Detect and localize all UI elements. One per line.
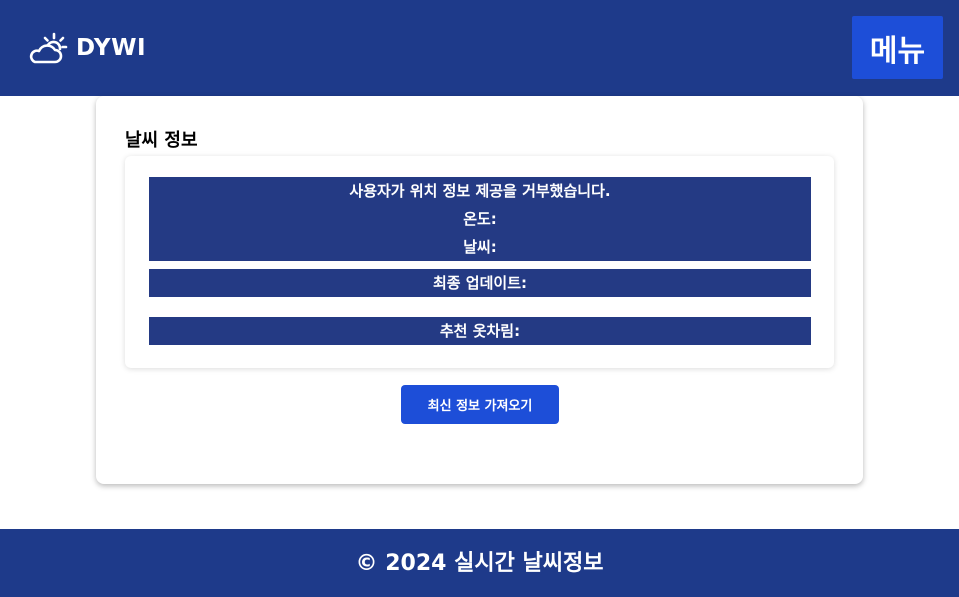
last-update-label: 최종 업데이트: xyxy=(149,269,811,297)
site-footer: © 2024 실시간 날씨정보 xyxy=(0,529,959,597)
brand-name: DYWI xyxy=(76,35,147,61)
weather-info-block: 사용자가 위치 정보 제공을 거부했습니다. 온도: 날씨: xyxy=(149,177,811,261)
weather-info-panel: 사용자가 위치 정보 제공을 거부했습니다. 온도: 날씨: 최종 업데이트: … xyxy=(125,156,834,368)
sun-cloud-icon xyxy=(29,32,68,64)
weather-label: 날씨: xyxy=(463,238,497,256)
weather-card: 날씨 정보 사용자가 위치 정보 제공을 거부했습니다. 온도: 날씨: 최종 … xyxy=(96,96,863,484)
temperature-label: 온도: xyxy=(463,210,497,228)
card-title: 날씨 정보 xyxy=(125,130,198,151)
menu-button[interactable]: 메뉴 xyxy=(852,16,943,79)
location-status-message: 사용자가 위치 정보 제공을 거부했습니다. xyxy=(349,182,611,200)
brand-logo[interactable]: DYWI xyxy=(26,30,146,66)
copyright-text: © 2024 실시간 날씨정보 xyxy=(355,551,604,576)
refresh-button[interactable]: 최신 정보 가져오기 xyxy=(401,385,559,424)
site-header: DYWI 메뉴 xyxy=(0,0,959,96)
outfit-recommendation-label: 추천 옷차림: xyxy=(149,317,811,345)
